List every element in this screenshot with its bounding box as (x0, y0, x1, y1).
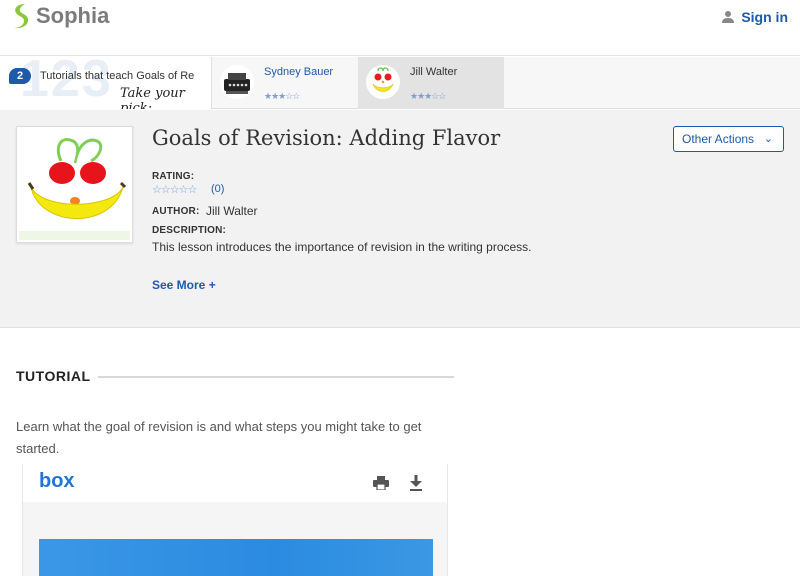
sign-in-link[interactable]: Sign in (721, 9, 788, 25)
rating-label: RATING: (152, 171, 195, 182)
other-actions-label: Other Actions (682, 132, 755, 146)
tutorial-count-title: Tutorials that teach Goals of Re (40, 70, 195, 82)
description-label: DESCRIPTION: (152, 225, 227, 236)
take-your-pick-label: Take your pick: (120, 86, 185, 109)
tutorial-count-badge: 2 (9, 68, 31, 84)
lesson-info-panel: Goals of Revision: Adding Flavor Other A… (0, 110, 800, 328)
author-name: Jill Walter (206, 204, 258, 218)
box-toolbar: box (23, 464, 447, 502)
tutorial-option-jill-walter[interactable]: Jill Walter ★★★☆☆ (358, 57, 504, 109)
tutorial-heading: TUTORIAL (16, 368, 91, 384)
tutorial-count-panel: 123 2 Tutorials that teach Goals of Re T… (0, 57, 212, 109)
decorative-background: 123 (20, 57, 113, 108)
fruit-face-icon (372, 67, 394, 92)
tutorial-rating-stars: ★★★☆☆ (410, 91, 446, 101)
site-header: Sophia Sign in (0, 0, 800, 56)
fruit-face-thumbnail (366, 65, 400, 99)
box-document-viewer: box (22, 464, 448, 576)
see-more-link[interactable]: See More + (152, 278, 216, 292)
rating-count: (0) (211, 183, 225, 195)
tutorial-author-name: Jill Walter (410, 66, 458, 78)
logo-text: Sophia (36, 3, 110, 28)
document-preview-page[interactable] (39, 539, 433, 576)
tutorial-picker-strip: 123 2 Tutorials that teach Goals of Re T… (0, 57, 800, 109)
user-icon (722, 11, 735, 23)
tutorial-option-sydney-bauer[interactable]: Sydney Bauer ★★★☆☆ (212, 57, 358, 109)
tutorial-rating-stars: ★★★☆☆ (264, 91, 300, 101)
other-actions-button[interactable]: Other Actions ⌄ (673, 126, 784, 152)
chevron-down-icon: ⌄ (763, 133, 773, 145)
print-icon[interactable] (373, 476, 389, 490)
author-label: AUTHOR: (152, 206, 200, 217)
typewriter-thumbnail (220, 65, 254, 99)
lesson-title: Goals of Revision: Adding Flavor (152, 126, 501, 150)
typewriter-icon (224, 73, 250, 94)
tutorial-author-name: Sydney Bauer (264, 66, 334, 78)
lesson-description: This lesson introduces the importance of… (152, 240, 532, 254)
box-logo[interactable]: box (39, 470, 75, 493)
fruit-face-image (19, 138, 130, 240)
tutorial-heading-divider (98, 376, 454, 378)
tutorial-description: Learn what the goal of revision is and w… (16, 419, 422, 456)
sophia-logo[interactable]: Sophia (10, 2, 109, 30)
download-icon[interactable] (409, 475, 423, 491)
sign-in-label: Sign in (741, 9, 788, 25)
rating-stars[interactable]: ☆☆☆☆☆ (152, 183, 197, 196)
lesson-thumbnail (16, 126, 133, 243)
sophia-logo-icon (14, 4, 29, 29)
